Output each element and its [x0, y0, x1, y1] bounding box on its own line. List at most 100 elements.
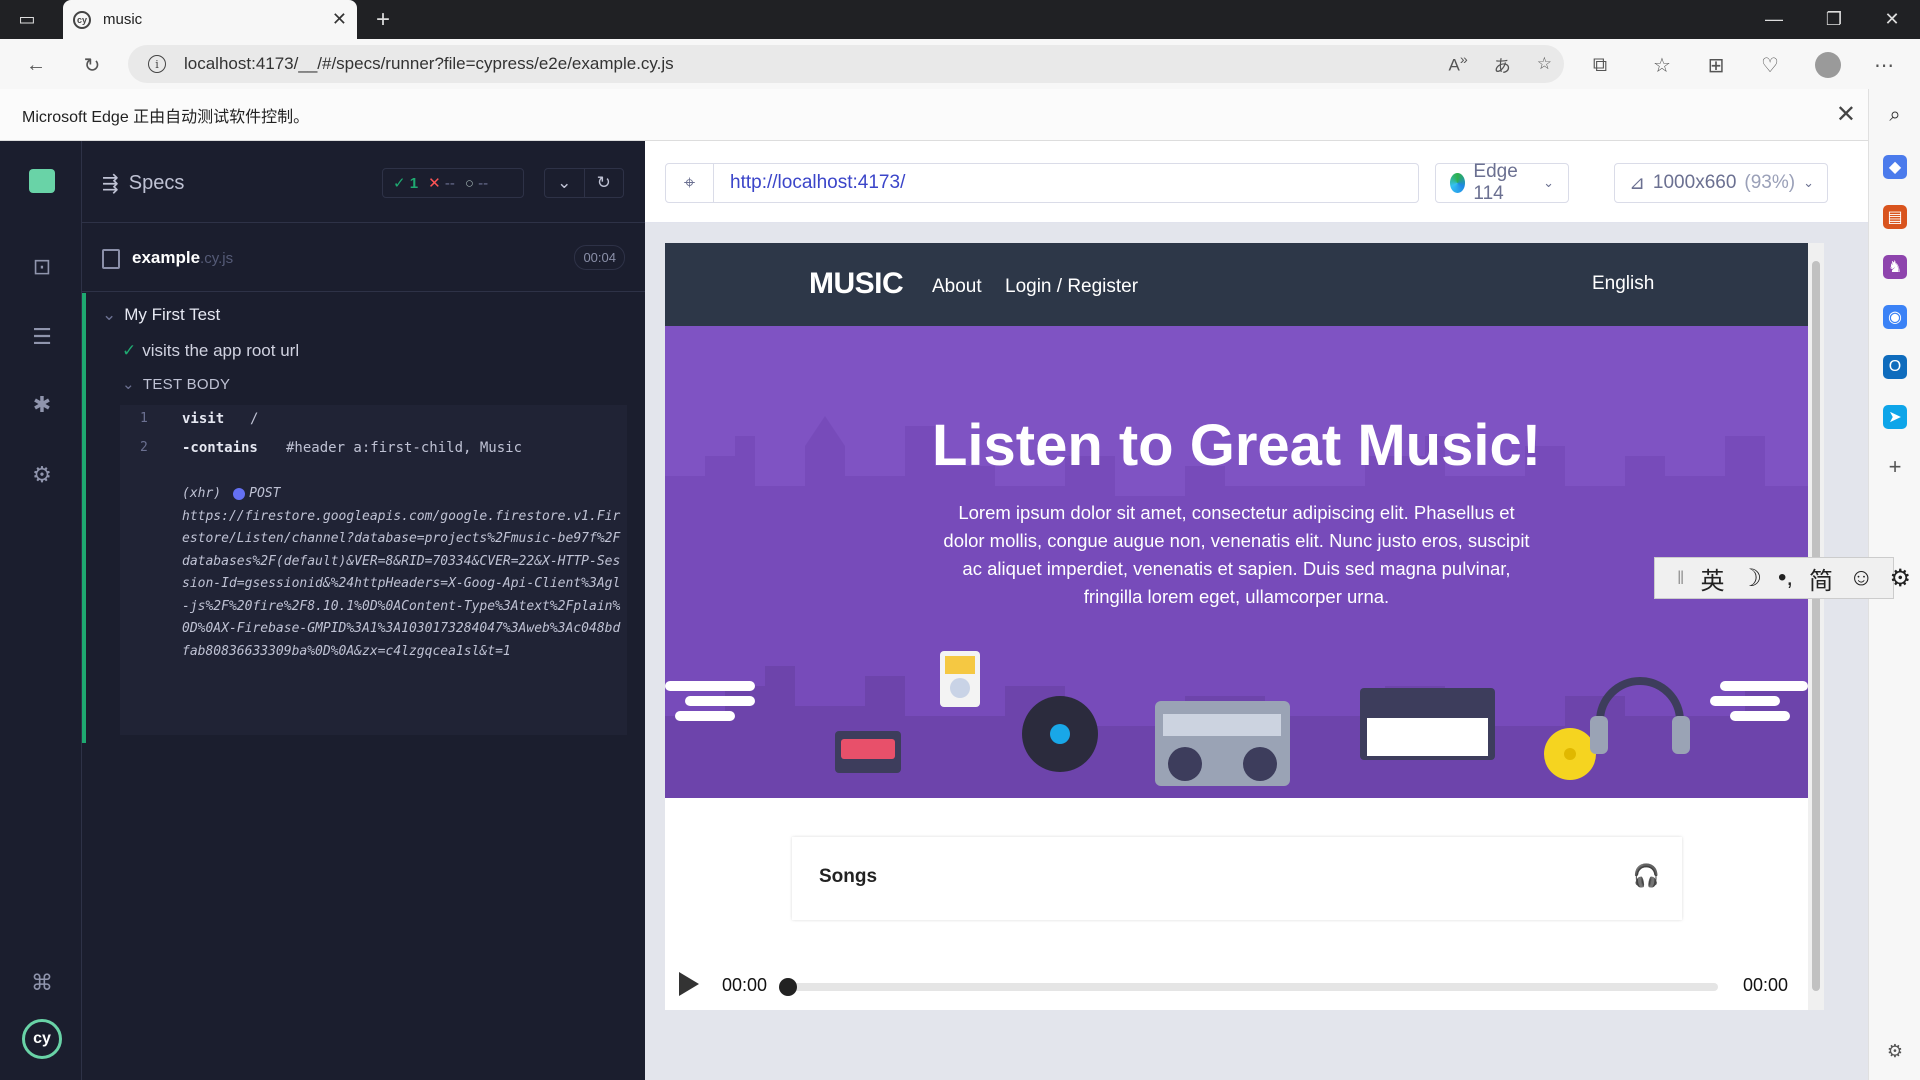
aut-url-text[interactable]: http://localhost:4173/	[714, 172, 905, 194]
headphones-icon: 🎧	[1632, 863, 1660, 888]
favorite-star-icon[interactable]: ☆	[1537, 54, 1552, 74]
app-header: MUSIC About Login / Register English	[665, 243, 1808, 326]
minimize-button[interactable]: —	[1746, 0, 1802, 39]
aut-header: ⌖ http://localhost:4173/ Edge 114 ⌄ ⊿ 10…	[645, 141, 1868, 223]
browser-tab[interactable]: cy music ✕	[63, 0, 357, 39]
file-icon	[102, 249, 120, 269]
automation-info-text: Microsoft Edge 正由自动测试软件控制。	[22, 108, 310, 126]
nav-login-link[interactable]: Login / Register	[1005, 276, 1138, 298]
ruler-icon: ⊿	[1629, 172, 1645, 194]
selector-playground-icon[interactable]: ⌖	[666, 164, 714, 202]
games-icon[interactable]: ♞	[1883, 255, 1907, 279]
profile-avatar[interactable]	[1812, 49, 1844, 81]
performance-icon[interactable]: ♡	[1754, 49, 1786, 81]
aut-scrollbar[interactable]	[1808, 243, 1824, 1010]
shopping-tag-icon[interactable]: ◆	[1883, 155, 1907, 179]
pass-check-icon: ✓	[122, 341, 137, 360]
test-body-header[interactable]: ⌄ TEST BODY	[122, 375, 230, 393]
aut-url-bar: ⌖ http://localhost:4173/	[665, 163, 1419, 203]
tab-actions-icon[interactable]: ▭	[4, 0, 50, 39]
xhr-url: https://firestore.googleapis.com/google.…	[182, 508, 621, 659]
songs-title: Songs	[819, 866, 878, 887]
tab-close-icon[interactable]: ✕	[332, 9, 347, 30]
browser-selector[interactable]: Edge 114 ⌄	[1435, 161, 1569, 204]
read-aloud-icon[interactable]: A»	[1449, 52, 1468, 76]
edge-browser-icon	[1450, 173, 1466, 193]
suite-title[interactable]: ⌄ My First Test	[102, 305, 220, 325]
moon-icon[interactable]: ☽	[1740, 564, 1762, 593]
progress-track[interactable]	[788, 983, 1718, 991]
test-suite: ⌄ My First Test ✓ visits the app root url …	[82, 293, 645, 743]
browser-toolbar: ← ↻ i localhost:4173/__/#/specs/runner?f…	[0, 39, 1920, 89]
spec-file-row[interactable]: example.cy.js 00:04	[82, 223, 645, 292]
viewport-selector[interactable]: ⊿ 1000x660 (93%) ⌄	[1614, 163, 1828, 203]
cypress-logo-icon[interactable]: cy	[22, 1019, 62, 1059]
spec-file-name: example.cy.js	[132, 248, 234, 267]
xhr-log-entry[interactable]: (xhr) POST https://firestore.googleapis.c…	[182, 483, 622, 663]
play-icon[interactable]	[679, 972, 699, 996]
songs-panel: Songs 🎧	[792, 837, 1682, 920]
progress-knob[interactable]	[779, 978, 797, 996]
keyboard-shortcuts-icon[interactable]: ⌘	[26, 967, 58, 999]
failed-count: ✕ --	[428, 175, 455, 192]
ime-script-toggle[interactable]: 简	[1809, 561, 1833, 596]
sidebar-settings-icon[interactable]: ⚙	[1883, 1039, 1907, 1063]
ime-drag-handle[interactable]: ‖	[1677, 568, 1684, 589]
audio-player: 00:00 00:00	[665, 960, 1808, 1010]
search-icon[interactable]: ⌕	[1883, 103, 1907, 127]
settings-gear-icon[interactable]: ⚙	[26, 459, 58, 491]
rerun-icon[interactable]: ↻	[585, 169, 624, 197]
emoji-smile-icon[interactable]: ☺	[1849, 564, 1874, 592]
infobar-close-icon[interactable]: ✕	[1836, 100, 1856, 129]
reporter-header: ⇶ Specs ✓ 1 ✕ -- ○ -- ⌄ ↻	[82, 141, 645, 223]
address-text[interactable]: localhost:4173/__/#/specs/runner?file=cy…	[184, 54, 674, 74]
passed-count: ✓ 1	[393, 175, 419, 192]
app-brand-link[interactable]: MUSIC	[809, 267, 904, 301]
specs-nav-icon[interactable]: ⊡	[26, 251, 58, 283]
runs-nav-icon[interactable]: ☰	[26, 321, 58, 353]
test-stats: ✓ 1 ✕ -- ○ --	[382, 168, 524, 198]
maximize-button[interactable]: ❐	[1806, 0, 1862, 39]
new-tab-button[interactable]: +	[360, 0, 406, 39]
add-sidebar-app-icon[interactable]: +	[1883, 454, 1907, 479]
send-icon[interactable]: ➤	[1883, 405, 1907, 429]
total-time: 00:00	[1742, 975, 1788, 995]
ime-settings-gear-icon[interactable]: ⚙	[1890, 564, 1912, 593]
extensions-icon[interactable]: ⧉	[1584, 49, 1616, 81]
site-info-icon[interactable]: i	[148, 55, 166, 73]
tab-title: music	[103, 11, 143, 28]
specs-list-icon: ⇶	[102, 173, 119, 195]
reporter-controls: ⌄ ↻	[544, 168, 624, 198]
scrollbar-thumb[interactable]	[1812, 261, 1820, 991]
translate-icon[interactable]: あ	[1494, 52, 1511, 77]
xhr-status-dot	[233, 487, 246, 500]
hero-banner: Listen to Great Music! Lorem ipsum dolor…	[665, 326, 1808, 798]
back-icon[interactable]: ←	[20, 49, 52, 81]
specs-label: Specs	[128, 172, 185, 194]
cypress-reporter: ⇶ Specs ✓ 1 ✕ -- ○ -- ⌄ ↻ example.cy.js …	[82, 141, 645, 1080]
favorites-icon[interactable]: ☆	[1646, 49, 1678, 81]
debug-bug-icon[interactable]: ✱	[26, 389, 58, 421]
ime-mode-toggle[interactable]: 英	[1700, 561, 1724, 596]
address-bar[interactable]: i localhost:4173/__/#/specs/runner?file=…	[128, 45, 1564, 83]
language-link[interactable]: English	[1592, 273, 1654, 295]
punctuation-icon[interactable]: •,	[1778, 564, 1793, 592]
cypress-favicon-icon: cy	[73, 10, 91, 29]
tools-briefcase-icon[interactable]: ▤	[1883, 205, 1907, 229]
more-menu-icon[interactable]: ⋯	[1868, 49, 1900, 81]
refresh-icon[interactable]: ↻	[76, 49, 108, 81]
command-log: 1 visit / 2 -contains #header a:first-ch…	[120, 405, 627, 735]
pending-count: ○ --	[464, 174, 489, 192]
hero-title: Listen to Great Music!	[931, 413, 1542, 478]
specs-toggle[interactable]: ⇶ Specs	[102, 171, 184, 196]
nav-about-link[interactable]: About	[932, 276, 982, 298]
collapse-chevron-icon[interactable]: ⌄	[545, 169, 585, 197]
project-logo-icon[interactable]	[26, 165, 58, 197]
office-icon[interactable]: ◉	[1883, 305, 1907, 329]
browser-title-bar: ▭ cy music ✕ + — ❐ ✕	[0, 0, 1920, 39]
collections-icon[interactable]: ⊞	[1700, 49, 1732, 81]
test-title[interactable]: ✓ visits the app root url	[122, 341, 299, 361]
close-window-button[interactable]: ✕	[1864, 0, 1920, 39]
outlook-icon[interactable]: O	[1883, 355, 1907, 379]
hero-description: Lorem ipsum dolor sit amet, consectetur …	[943, 502, 1530, 607]
